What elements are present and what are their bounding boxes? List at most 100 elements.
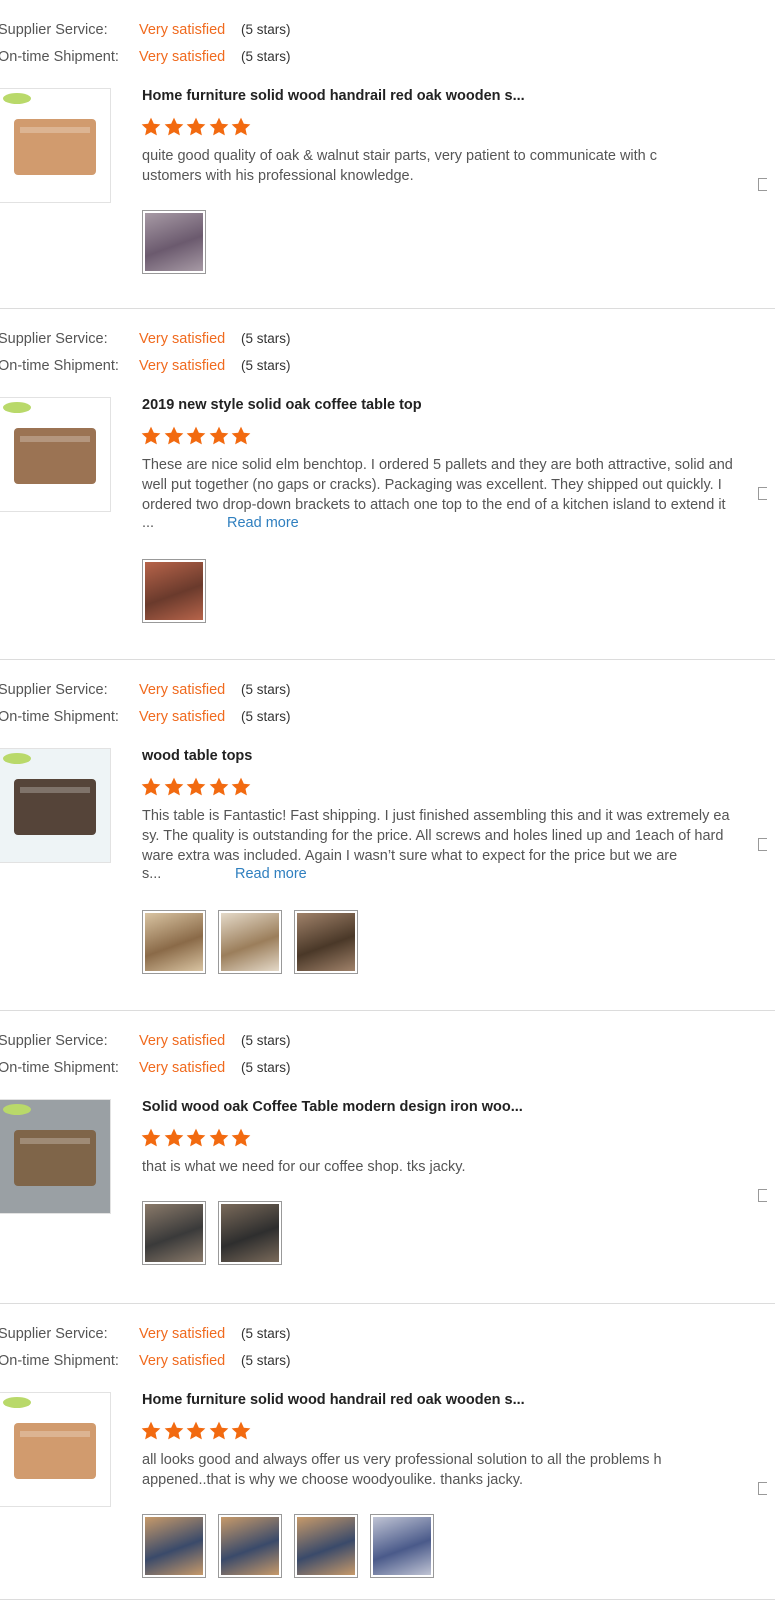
brand-badge-icon bbox=[3, 753, 31, 764]
review-item: Supplier Service: Very satisfied (5 star… bbox=[0, 309, 775, 660]
read-more-link[interactable]: Read more bbox=[227, 515, 299, 531]
review-text-line: all looks good and always offer us very … bbox=[142, 1452, 662, 1468]
review-text-line: ordered two drop-down brackets to attach… bbox=[142, 497, 726, 513]
review-text-line: that is what we need for our coffee shop… bbox=[142, 1159, 466, 1175]
on-time-shipment-stars: (5 stars) bbox=[241, 1353, 291, 1368]
brand-badge-icon bbox=[3, 402, 31, 413]
product-image[interactable] bbox=[0, 88, 111, 203]
expand-icon[interactable] bbox=[758, 1482, 767, 1495]
brand-badge-icon bbox=[3, 1397, 31, 1408]
on-time-shipment-value: Very satisfied bbox=[139, 49, 226, 65]
supplier-service-label: Supplier Service: bbox=[0, 22, 108, 38]
star-icon bbox=[140, 776, 163, 796]
product-image[interactable] bbox=[0, 748, 111, 863]
on-time-shipment-stars: (5 stars) bbox=[241, 709, 291, 724]
supplier-service-stars: (5 stars) bbox=[241, 1033, 291, 1048]
star-icon bbox=[230, 425, 253, 445]
review-text-line: This table is Fantastic! Fast shipping. … bbox=[142, 808, 730, 824]
review-photo-thumbnail[interactable] bbox=[294, 910, 358, 974]
supplier-service-stars: (5 stars) bbox=[241, 682, 291, 697]
product-title[interactable]: Home furniture solid wood handrail red o… bbox=[142, 1392, 525, 1408]
star-icon bbox=[140, 425, 163, 445]
review-item: Supplier Service: Very satisfied (5 star… bbox=[0, 1304, 775, 1600]
star-icon bbox=[208, 776, 231, 796]
star-icon bbox=[163, 1420, 186, 1440]
on-time-shipment-label: On-time Shipment: bbox=[0, 49, 119, 65]
review-rating-stars bbox=[140, 1420, 253, 1442]
review-photo-thumbnail[interactable] bbox=[370, 1514, 434, 1578]
review-photo-thumbnail[interactable] bbox=[142, 210, 206, 274]
star-icon bbox=[230, 1420, 253, 1440]
product-picture bbox=[14, 779, 96, 835]
review-photo-thumbnail[interactable] bbox=[142, 910, 206, 974]
review-rating-stars bbox=[140, 1127, 253, 1149]
review-photo-thumbnail[interactable] bbox=[218, 1514, 282, 1578]
on-time-shipment-label: On-time Shipment: bbox=[0, 358, 119, 374]
on-time-shipment-label: On-time Shipment: bbox=[0, 1353, 119, 1369]
review-text-tail: ... bbox=[142, 515, 155, 531]
on-time-shipment-stars: (5 stars) bbox=[241, 1060, 291, 1075]
star-icon bbox=[230, 776, 253, 796]
star-icon bbox=[185, 776, 208, 796]
supplier-service-value: Very satisfied bbox=[139, 331, 226, 347]
product-title[interactable]: wood table tops bbox=[142, 748, 252, 764]
review-text-line: ware extra was included. Again I wasn’t … bbox=[142, 848, 678, 864]
product-image[interactable] bbox=[0, 1099, 111, 1214]
review-photo-thumbnail[interactable] bbox=[294, 1514, 358, 1578]
expand-icon[interactable] bbox=[758, 178, 767, 191]
expand-icon[interactable] bbox=[758, 1189, 767, 1202]
star-icon bbox=[185, 116, 208, 136]
on-time-shipment-value: Very satisfied bbox=[139, 1353, 226, 1369]
supplier-service-label: Supplier Service: bbox=[0, 1033, 108, 1049]
star-icon bbox=[230, 116, 253, 136]
review-item: Supplier Service: Very satisfied (5 star… bbox=[0, 1011, 775, 1304]
product-image[interactable] bbox=[0, 1392, 111, 1507]
expand-icon[interactable] bbox=[758, 487, 767, 500]
expand-icon[interactable] bbox=[758, 838, 767, 851]
brand-badge-icon bbox=[3, 1104, 31, 1115]
star-icon bbox=[140, 1127, 163, 1147]
product-picture bbox=[14, 1423, 96, 1479]
star-icon bbox=[163, 116, 186, 136]
review-item: Supplier Service: Very satisfied (5 star… bbox=[0, 0, 775, 309]
star-icon bbox=[208, 116, 231, 136]
on-time-shipment-value: Very satisfied bbox=[139, 358, 226, 374]
on-time-shipment-value: Very satisfied bbox=[139, 709, 226, 725]
product-title[interactable]: 2019 new style solid oak coffee table to… bbox=[142, 397, 422, 413]
star-icon bbox=[185, 1420, 208, 1440]
review-photo-thumbnail[interactable] bbox=[142, 559, 206, 623]
review-rating-stars bbox=[140, 425, 253, 447]
supplier-service-stars: (5 stars) bbox=[241, 22, 291, 37]
reviews-list: Supplier Service: Very satisfied (5 star… bbox=[0, 0, 775, 1600]
review-photo-thumbnail[interactable] bbox=[218, 1201, 282, 1265]
star-icon bbox=[163, 1127, 186, 1147]
product-picture bbox=[14, 1130, 96, 1186]
star-icon bbox=[185, 425, 208, 445]
supplier-service-label: Supplier Service: bbox=[0, 331, 108, 347]
star-icon bbox=[140, 1420, 163, 1440]
star-icon bbox=[230, 1127, 253, 1147]
supplier-service-stars: (5 stars) bbox=[241, 331, 291, 346]
supplier-service-value: Very satisfied bbox=[139, 1033, 226, 1049]
product-title[interactable]: Home furniture solid wood handrail red o… bbox=[142, 88, 525, 104]
on-time-shipment-stars: (5 stars) bbox=[241, 358, 291, 373]
review-text-line: appened..that is why we choose woodyouli… bbox=[142, 1472, 523, 1488]
read-more-link[interactable]: Read more bbox=[235, 866, 307, 882]
supplier-service-stars: (5 stars) bbox=[241, 1326, 291, 1341]
on-time-shipment-value: Very satisfied bbox=[139, 1060, 226, 1076]
star-icon bbox=[185, 1127, 208, 1147]
review-text-line: These are nice solid elm benchtop. I ord… bbox=[142, 457, 733, 473]
brand-badge-icon bbox=[3, 93, 31, 104]
star-icon bbox=[163, 776, 186, 796]
review-text-line: quite good quality of oak & walnut stair… bbox=[142, 148, 658, 164]
supplier-service-value: Very satisfied bbox=[139, 22, 226, 38]
product-image[interactable] bbox=[0, 397, 111, 512]
product-picture bbox=[14, 428, 96, 484]
product-title[interactable]: Solid wood oak Coffee Table modern desig… bbox=[142, 1099, 523, 1115]
supplier-service-value: Very satisfied bbox=[139, 1326, 226, 1342]
review-photo-thumbnail[interactable] bbox=[142, 1201, 206, 1265]
star-icon bbox=[208, 1420, 231, 1440]
review-text-tail: s... bbox=[142, 866, 162, 882]
review-photo-thumbnail[interactable] bbox=[142, 1514, 206, 1578]
review-photo-thumbnail[interactable] bbox=[218, 910, 282, 974]
